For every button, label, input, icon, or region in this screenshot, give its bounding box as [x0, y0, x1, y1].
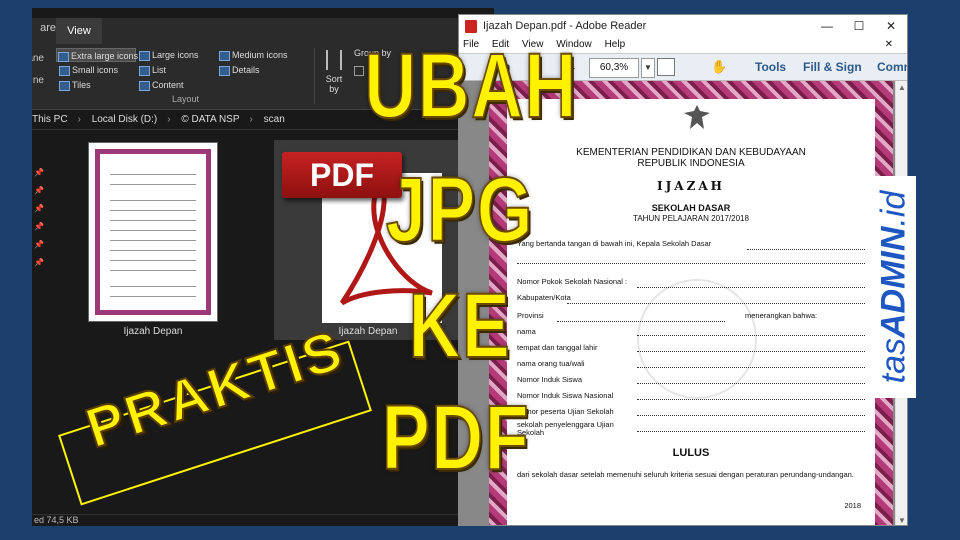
pin-icon[interactable]: 📌 [34, 204, 44, 213]
menu-help[interactable]: Help [605, 39, 626, 50]
sort-by-button[interactable]: Sort by [324, 50, 344, 94]
ministry-line-2: REPUBLIK INDONESIA [637, 158, 745, 169]
npsn-label: Nomor Pokok Sekolah Nasional : [517, 277, 628, 286]
sort-by-label: Sort by [325, 74, 343, 94]
fit-page-icon[interactable] [657, 58, 675, 76]
layout-large-icons[interactable]: Large icons [138, 48, 199, 62]
layout-details[interactable]: Details [218, 63, 260, 77]
title-bar: Ijazah Depan.pdf - Adobe Reader — ☐ ✕ [459, 15, 907, 37]
garuda-emblem-icon [684, 105, 710, 129]
brand-part-3: .id [874, 190, 913, 227]
menerangkan-label: menerangkan bahwa: [745, 311, 818, 320]
school-level: SEKOLAH DASAR [651, 203, 731, 213]
breadcrumb-local-disk[interactable]: Local Disk (D:) [92, 114, 158, 125]
breadcrumb-this-pc[interactable]: This PC [32, 114, 68, 125]
headline-word-ubah: UBAH [364, 35, 578, 137]
zoom-dropdown-icon[interactable]: ▼ [641, 58, 655, 78]
school-year: TAHUN PELAJARAN 2017/2018 [633, 214, 749, 223]
dotted-line [557, 321, 725, 322]
lulus-label: LULUS [672, 447, 710, 459]
brand-banner: tasADMIN.id [872, 176, 916, 398]
ministry-line-1: KEMENTERIAN PENDIDIKAN DAN KEBUDAYAAN [576, 147, 806, 158]
window-title: Ijazah Depan.pdf - Adobe Reader [483, 20, 647, 32]
layout-list[interactable]: List [138, 63, 166, 77]
layout-tiles[interactable]: Tiles [58, 78, 91, 92]
intro-line: Yang bertanda tangan di bawah ini, Kepal… [517, 239, 712, 248]
tools-button[interactable]: Tools [755, 60, 786, 74]
ribbon-left-partial: ane ne [32, 48, 44, 92]
status-bar: ed 74,5 KB [32, 514, 494, 526]
layout-medium-icons[interactable]: Medium icons [218, 48, 288, 62]
sort-icon [326, 50, 342, 70]
dotted-line [567, 303, 865, 304]
brand-logo: tasADMIN.id [875, 191, 914, 384]
scroll-up-icon[interactable]: ▲ [898, 83, 906, 92]
graduation-statement: dari sekolah dasar setelah memenuhi selu… [517, 470, 854, 479]
fill-sign-button[interactable]: Fill & Sign [803, 60, 862, 74]
headline-word-ke: KE [408, 275, 512, 377]
certificate-thumbnail [95, 149, 211, 315]
breadcrumb-data-nsp[interactable]: © DATA NSP [181, 114, 239, 125]
dotted-line [637, 287, 865, 288]
headline-word-pdf: PDF [381, 387, 531, 489]
tab-view[interactable]: View [56, 18, 102, 44]
pdf-file-icon [465, 20, 477, 33]
layout-extra-large-icons[interactable]: Extra large icons [56, 48, 138, 62]
minimize-button[interactable]: — [817, 18, 837, 34]
ribbon-separator [314, 48, 315, 104]
file-name-jpg[interactable]: Ijazah Depan [88, 326, 218, 337]
close-button[interactable]: ✕ [881, 18, 901, 34]
pin-icon[interactable]: 📌 [34, 240, 44, 249]
breadcrumb-scan[interactable]: scan [264, 114, 285, 125]
dotted-line [517, 263, 865, 264]
pin-icon[interactable]: 📌 [34, 258, 44, 267]
ribbon-left-item-2[interactable]: ne [32, 70, 44, 92]
dotted-line [747, 249, 865, 250]
pin-icon[interactable]: 📌 [34, 168, 44, 177]
layout-small-icons[interactable]: Small icons [58, 63, 118, 77]
kabupaten-label: Kabupaten/Kota [517, 293, 571, 302]
pin-icon[interactable]: 📌 [34, 222, 44, 231]
hand-tool-icon[interactable]: ✋ [711, 59, 727, 75]
quick-access-pins: 📌 📌 📌 📌 📌 📌 [32, 138, 46, 438]
close-document-icon[interactable]: ✕ [885, 37, 893, 53]
zoom-input[interactable]: 60,3% [589, 58, 639, 78]
comment-button[interactable]: Comn [877, 60, 907, 74]
layout-content[interactable]: Content [138, 78, 184, 92]
tab-share[interactable]: are [32, 22, 56, 34]
add-columns-icon[interactable] [354, 66, 364, 76]
ministry-name: KEMENTERIAN PENDIDIKAN DAN KEBUDAYAAN RE… [507, 147, 875, 169]
file-thumbnail-jpg[interactable] [88, 142, 218, 322]
certificate-title: IJAZAH [656, 179, 725, 193]
brand-part-1: tas [874, 338, 913, 384]
ribbon-group-label-layout: Layout [172, 94, 200, 104]
headline-word-jpg: JPG [385, 159, 535, 261]
brand-part-2: ADMIN [874, 226, 913, 338]
issue-year: 2018 [844, 501, 861, 510]
pin-icon[interactable]: 📌 [34, 186, 44, 195]
ribbon-left-item-1[interactable]: ane [32, 48, 44, 70]
scroll-down-icon[interactable]: ▼ [898, 516, 906, 525]
maximize-button[interactable]: ☐ [849, 18, 869, 34]
